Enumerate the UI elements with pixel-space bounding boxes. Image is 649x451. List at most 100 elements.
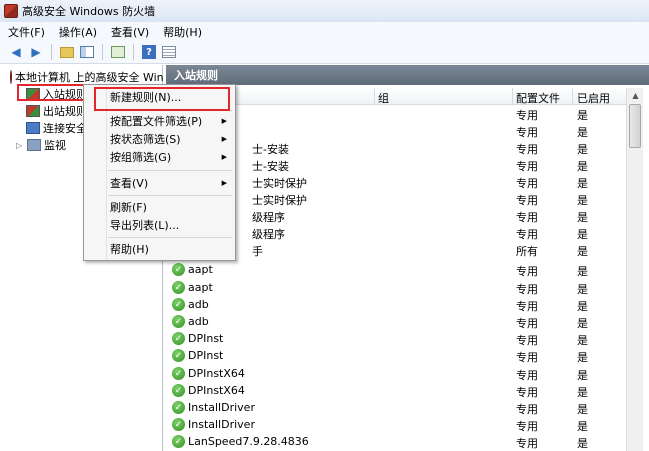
- row-name-cell: ✓ InstallDriver: [172, 418, 255, 431]
- enabled-check-icon: ✓: [172, 315, 185, 328]
- up-folder-icon[interactable]: [59, 44, 75, 60]
- highlight-box-inbound-rules: [17, 84, 90, 101]
- tree-item-label: 监视: [44, 139, 66, 152]
- tree-item-label: 连接安全: [43, 122, 87, 135]
- row-name: DPInstX64: [188, 384, 245, 397]
- row-enabled: 是: [577, 300, 588, 313]
- table-row[interactable]: ✓ aapt 专用 是: [166, 279, 626, 296]
- table-row[interactable]: ✓ aapt 专用 是: [166, 261, 626, 278]
- row-profile: 专用: [516, 228, 538, 241]
- enabled-check-icon: ✓: [172, 367, 185, 380]
- scroll-up-arrow-icon[interactable]: ▲: [627, 88, 644, 103]
- help-icon[interactable]: ?: [141, 44, 157, 60]
- column-separator[interactable]: [572, 88, 573, 105]
- menu-item-filter-state[interactable]: 按状态筛选(S) ▶: [84, 131, 235, 148]
- table-row[interactable]: ✓ DPInstX64 专用 是: [166, 382, 626, 399]
- column-enabled[interactable]: 已启用: [577, 90, 610, 106]
- action-pane-icon[interactable]: [161, 44, 177, 60]
- tree-root[interactable]: 本地计算机 上的高级安全 Windows: [10, 69, 163, 85]
- row-enabled: 是: [577, 160, 588, 173]
- row-profile: 专用: [516, 194, 538, 207]
- table-row[interactable]: ✓ DPInst 专用 是: [166, 347, 626, 364]
- row-profile: 专用: [516, 283, 538, 296]
- row-enabled: 是: [577, 245, 588, 258]
- column-profile[interactable]: 配置文件: [516, 90, 560, 106]
- row-name: InstallDriver: [188, 401, 255, 414]
- menu-item-label: 查看(V): [110, 177, 149, 190]
- row-profile: 专用: [516, 420, 538, 433]
- menu-item-view[interactable]: 查看(V) ▶: [84, 175, 235, 192]
- column-separator[interactable]: [512, 88, 513, 105]
- title-bar: 高级安全 Windows 防火墙: [0, 0, 649, 22]
- menu-item-label: 按配置文件筛选(P): [110, 115, 203, 128]
- table-row[interactable]: ✓ adb 专用 是: [166, 313, 626, 330]
- row-enabled: 是: [577, 143, 588, 156]
- row-name: LanSpeed7.9.28.4836: [188, 435, 309, 448]
- row-name: adb: [188, 315, 209, 328]
- menu-action[interactable]: 操作(A): [59, 24, 97, 40]
- tree-item-monitoring[interactable]: ▷ 监视: [16, 137, 66, 153]
- row-name: 级程序: [252, 211, 285, 224]
- row-enabled: 是: [577, 194, 588, 207]
- menu-item-filter-group[interactable]: 按组筛选(G) ▶: [84, 149, 235, 166]
- row-enabled: 是: [577, 177, 588, 190]
- scroll-thumb[interactable]: [629, 104, 641, 148]
- row-name: 级程序: [252, 228, 285, 241]
- back-arrow-icon[interactable]: ◀: [8, 44, 24, 60]
- row-name: adb: [188, 298, 209, 311]
- row-name: 手: [252, 245, 263, 258]
- table-row[interactable]: ✓ InstallDriver 专用 是: [166, 416, 626, 433]
- enabled-check-icon: ✓: [172, 384, 185, 397]
- row-profile: 专用: [516, 386, 538, 399]
- export-list-icon[interactable]: [110, 44, 126, 60]
- row-profile: 专用: [516, 317, 538, 330]
- vertical-scrollbar[interactable]: ▲: [626, 88, 643, 451]
- menu-item-label: 按组筛选(G): [110, 151, 172, 164]
- tree-item-outbound-rules[interactable]: 出站规则: [26, 103, 87, 119]
- table-row[interactable]: ✓ adb 专用 是: [166, 296, 626, 313]
- panel-title: 入站规则: [166, 65, 649, 85]
- row-profile: 专用: [516, 126, 538, 139]
- submenu-arrow-icon: ▶: [221, 135, 227, 143]
- firewall-icon: [10, 70, 12, 84]
- firewall-app-icon: [4, 4, 18, 18]
- menu-item-label: 刷新(F): [110, 201, 147, 214]
- menu-file[interactable]: 文件(F): [8, 24, 45, 40]
- tree-item-connection-security[interactable]: 连接安全: [26, 120, 87, 136]
- menu-help[interactable]: 帮助(H): [163, 24, 202, 40]
- menu-item-help[interactable]: 帮助(H): [84, 241, 235, 258]
- table-row[interactable]: ✓ DPInstX64 专用 是: [166, 365, 626, 382]
- column-separator[interactable]: [374, 88, 375, 105]
- enabled-check-icon: ✓: [172, 435, 185, 448]
- row-name-cell: ✓ adb: [172, 298, 209, 311]
- expand-arrow-icon[interactable]: ▷: [16, 141, 24, 150]
- table-row[interactable]: ✓ DPInst 专用 是: [166, 330, 626, 347]
- menu-separator: [108, 195, 232, 196]
- row-name: aapt: [188, 281, 213, 294]
- row-profile: 专用: [516, 177, 538, 190]
- column-group[interactable]: 组: [378, 90, 389, 106]
- table-row[interactable]: ✓ LanSpeed7.9.28.4836 专用 是: [166, 433, 626, 450]
- enabled-check-icon: ✓: [172, 281, 185, 294]
- row-name: 士-安装: [252, 160, 289, 173]
- menu-item-label: 导出列表(L)...: [110, 219, 180, 232]
- row-enabled: 是: [577, 386, 588, 399]
- forward-arrow-icon[interactable]: ▶: [28, 44, 44, 60]
- menu-item-export-list[interactable]: 导出列表(L)...: [84, 217, 235, 234]
- tree-root-label: 本地计算机 上的高级安全 Windows: [15, 71, 163, 84]
- show-hide-tree-icon[interactable]: [79, 44, 95, 60]
- table-row[interactable]: ✓ InstallDriver 专用 是: [166, 399, 626, 416]
- row-enabled: 是: [577, 265, 588, 278]
- row-name: DPInst: [188, 332, 224, 345]
- row-profile: 专用: [516, 403, 538, 416]
- menu-item-refresh[interactable]: 刷新(F): [84, 199, 235, 216]
- menu-item-label: 帮助(H): [110, 243, 149, 256]
- enabled-check-icon: ✓: [172, 263, 185, 276]
- row-enabled: 是: [577, 369, 588, 382]
- outbound-rules-icon: [26, 105, 40, 117]
- menu-item-filter-profile[interactable]: 按配置文件筛选(P) ▶: [84, 113, 235, 130]
- row-name-cell: ✓ DPInstX64: [172, 384, 245, 397]
- menu-view[interactable]: 查看(V): [111, 24, 149, 40]
- row-name-cell: ✓ adb: [172, 315, 209, 328]
- submenu-arrow-icon: ▶: [221, 153, 227, 161]
